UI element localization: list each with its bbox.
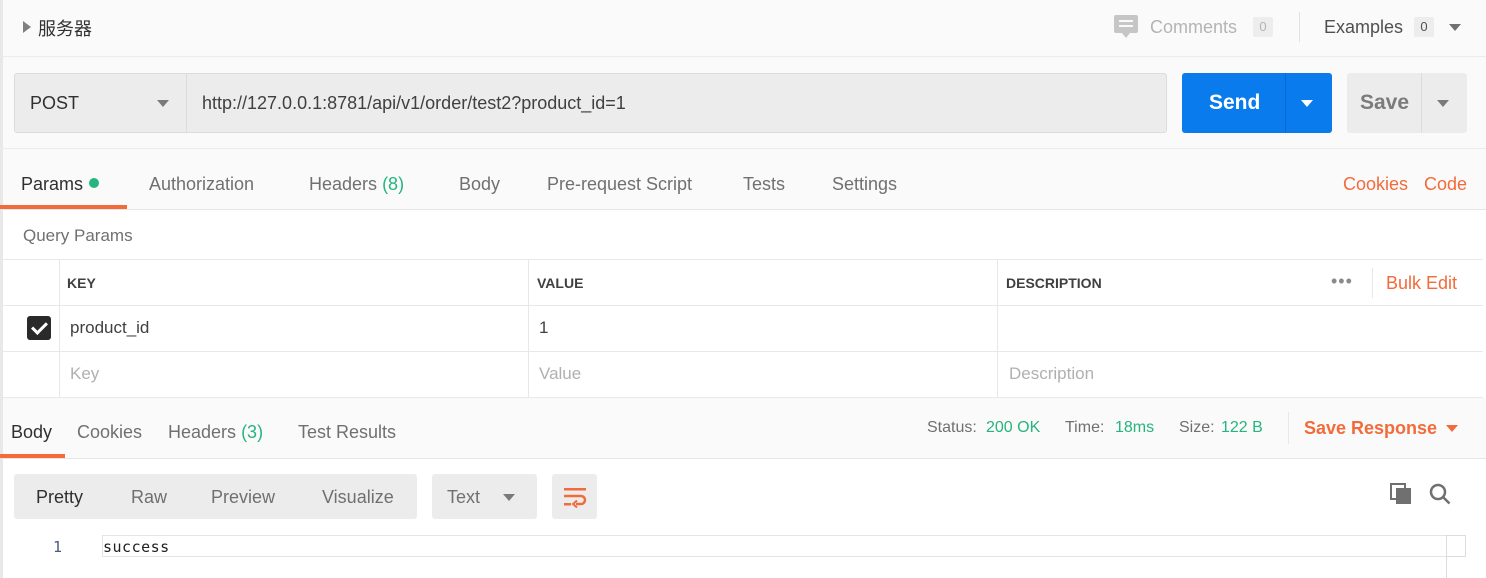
tab-label: Headers — [168, 422, 237, 442]
response-headers-count: (3) — [241, 422, 264, 442]
chevron-down-icon[interactable] — [1449, 24, 1461, 31]
column-header-key: KEY — [67, 275, 96, 291]
request-name[interactable]: 服务器 — [38, 15, 92, 41]
url-value: http://127.0.0.1:8781/api/v1/order/test2… — [202, 93, 626, 113]
headers-count: (8) — [382, 174, 405, 194]
comments-button[interactable]: Comments — [1150, 17, 1237, 38]
tab-label: Headers — [309, 174, 378, 194]
tab-label: Body — [11, 422, 53, 442]
params-active-dot — [89, 178, 100, 188]
response-tab-headers[interactable]: Headers (3) — [168, 422, 263, 443]
examples-count-badge: 0 — [1414, 17, 1434, 37]
chevron-down-icon — [157, 100, 169, 107]
chevron-down-icon[interactable] — [1446, 425, 1458, 432]
copy-icon[interactable] — [1390, 483, 1412, 505]
tab-label: Cookies — [77, 422, 143, 442]
time-label: Time: — [1065, 419, 1105, 436]
tab-label: Settings — [832, 174, 898, 194]
table-border — [3, 351, 1483, 352]
tab-tests[interactable]: Tests — [743, 174, 785, 195]
new-key-input[interactable]: Key — [70, 364, 99, 384]
param-enabled-checkbox[interactable] — [27, 316, 51, 340]
method-label: POST — [30, 93, 80, 113]
comments-icon[interactable] — [1114, 15, 1138, 38]
divider — [1299, 12, 1300, 42]
param-key-input[interactable]: product_id — [70, 318, 149, 338]
response-body-text[interactable]: success — [103, 538, 170, 556]
response-tab-body[interactable]: Body — [11, 422, 52, 443]
expand-triangle-icon[interactable] — [23, 21, 31, 33]
mode-raw[interactable]: Raw — [131, 487, 167, 508]
tab-headers[interactable]: Headers (8) — [309, 174, 404, 195]
tab-settings[interactable]: Settings — [832, 174, 897, 195]
cookies-link[interactable]: Cookies — [1343, 174, 1408, 195]
code-link[interactable]: Code — [1424, 174, 1467, 195]
save-response-button[interactable]: Save Response — [1304, 418, 1437, 439]
new-description-input[interactable]: Description — [1009, 364, 1094, 384]
save-options-chevron-icon[interactable] — [1437, 100, 1449, 107]
send-options-chevron-icon[interactable] — [1301, 100, 1313, 107]
table-border — [3, 259, 1483, 260]
divider — [1288, 412, 1289, 444]
more-options-icon[interactable]: ••• — [1331, 271, 1353, 292]
divider — [0, 148, 1486, 149]
column-header-description: DESCRIPTION — [1006, 275, 1102, 291]
send-label: Send — [1209, 91, 1261, 114]
param-value-input[interactable]: 1 — [539, 318, 548, 338]
tab-body[interactable]: Body — [459, 174, 500, 195]
new-value-input[interactable]: Value — [539, 364, 581, 384]
mode-visualize[interactable]: Visualize — [322, 487, 394, 508]
table-border — [528, 259, 529, 398]
response-tab-test-results[interactable]: Test Results — [298, 422, 396, 443]
tab-label: Authorization — [149, 174, 255, 194]
table-border — [59, 259, 60, 398]
column-header-value: VALUE — [537, 275, 584, 291]
tab-label: Body — [459, 174, 501, 194]
scrollbar[interactable] — [1446, 535, 1466, 557]
tab-pre-request-script[interactable]: Pre-request Script — [547, 174, 692, 195]
time-value[interactable]: 18ms — [1115, 419, 1154, 437]
response-tab-cookies[interactable]: Cookies — [77, 422, 142, 443]
mode-preview[interactable]: Preview — [211, 487, 275, 508]
mode-pretty[interactable]: Pretty — [36, 487, 83, 508]
table-border — [997, 259, 998, 398]
bulk-edit-link[interactable]: Bulk Edit — [1386, 273, 1457, 294]
query-params-title: Query Params — [23, 226, 133, 245]
divider — [1372, 268, 1373, 298]
tab-label: Tests — [743, 174, 786, 194]
tab-params[interactable]: Params — [21, 174, 100, 195]
size-value[interactable]: 122 B — [1221, 419, 1263, 437]
size-label: Size: — [1179, 419, 1215, 436]
table-border — [3, 305, 1483, 306]
divider — [1421, 73, 1422, 133]
param-description-input[interactable] — [1009, 318, 1469, 338]
tab-label: Pre-request Script — [547, 174, 693, 194]
search-icon[interactable] — [1429, 483, 1451, 505]
examples-button[interactable]: Examples — [1324, 17, 1403, 38]
tab-label: Test Results — [298, 422, 397, 442]
chevron-down-icon — [503, 494, 515, 501]
params-panel — [3, 210, 1486, 398]
divider — [1285, 73, 1286, 133]
tab-authorization[interactable]: Authorization — [149, 174, 254, 195]
save-label: Save — [1360, 91, 1410, 114]
wrap-lines-icon — [564, 488, 587, 509]
status-label: Status: — [927, 419, 977, 436]
active-line-highlight — [102, 535, 1447, 557]
format-label: Text — [447, 487, 481, 507]
scrollbar-track — [1446, 535, 1447, 578]
status-value[interactable]: 200 OK — [986, 419, 1040, 437]
line-number: 1 — [53, 538, 63, 556]
comments-count-badge: 0 — [1253, 17, 1273, 37]
tab-label: Params — [21, 174, 84, 194]
